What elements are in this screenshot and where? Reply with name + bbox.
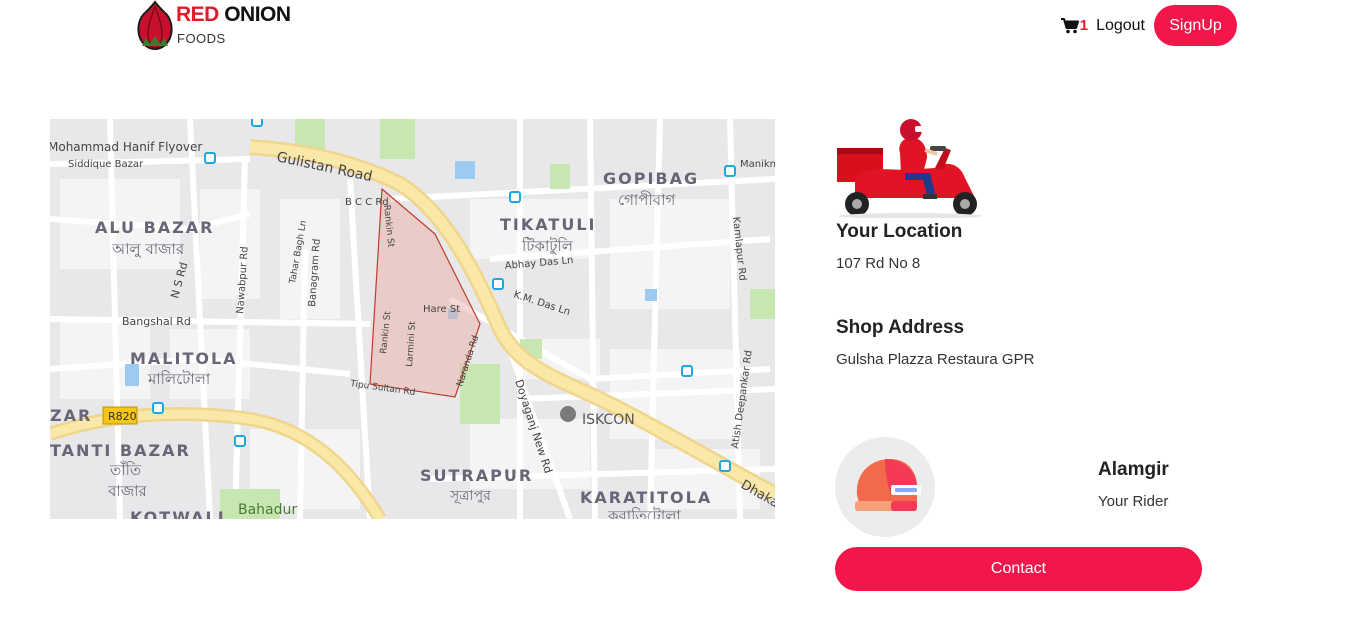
rider-role: Your Rider [1098, 493, 1169, 510]
map-label-tikatuli: TIKATULI [500, 215, 596, 234]
map-label-malitola: MALITOLA [130, 349, 238, 368]
map-label-sutrapur: SUTRAPUR [420, 466, 533, 485]
map-canvas: Mohammad Hanif Flyover Siddique Bazar Gu… [50, 119, 775, 519]
map-label-alu-bazar: ALU BAZAR [95, 218, 214, 237]
map-label-bangshal: Bangshal Rd [122, 315, 191, 328]
map-label-tanti-bn2: বাজার [107, 482, 147, 500]
map-label-malitola-bn: মালিটোলা [147, 370, 211, 388]
rider-name: Alamgir [1098, 459, 1169, 480]
map-label-iskcon: ISKCON [582, 412, 635, 428]
map-label-siddique: Siddique Bazar [68, 159, 144, 170]
map-label-alu-bazar-bn: আলু বাজার [111, 240, 185, 258]
your-location-value: 107 Rd No 8 [836, 255, 921, 272]
map-label-tikatuli-bn: টিকাটুলি [521, 237, 574, 255]
shop-address-title: Shop Address [836, 317, 965, 338]
delivery-map[interactable]: Mohammad Hanif Flyover Siddique Bazar Gu… [50, 119, 775, 519]
onion-logo-icon [137, 0, 173, 50]
map-label-bahadur: Bahadur [238, 502, 297, 518]
map-label-gopibag-bn: গোপীবাগ [618, 191, 676, 209]
delivery-scooter-icon [837, 119, 982, 218]
map-label-kotwali: KOTWALI [130, 508, 226, 519]
brand-name: RED ONION [176, 3, 291, 27]
map-label-r820: R820 [108, 410, 137, 423]
map-label-flyover: Mohammad Hanif Flyover [50, 140, 202, 154]
top-nav: 1 Logout SignUp [1060, 5, 1237, 46]
signup-button[interactable]: SignUp [1154, 5, 1237, 46]
map-label-tanti-bn1: তাঁতি [109, 461, 142, 479]
shop-address-value: Gulsha Plazza Restaura GPR [836, 351, 1035, 368]
cart-count-badge: 1 [1079, 17, 1089, 34]
brand-name-red: RED [176, 3, 219, 26]
brand-logo[interactable]: RED ONION FOODS [136, 0, 291, 50]
contact-button[interactable]: Contact [835, 547, 1202, 591]
logout-link[interactable]: Logout [1096, 17, 1145, 35]
your-location-title: Your Location [836, 221, 963, 242]
map-label-hare: Hare St [423, 304, 460, 315]
cart-button[interactable]: 1 [1060, 17, 1089, 34]
rider-avatar [835, 437, 935, 537]
map-label-gopibag: GOPIBAG [603, 169, 699, 188]
map-label-tanti: TANTI BAZAR [50, 441, 191, 460]
map-label-karatitola: KARATITOLA [580, 488, 712, 507]
map-label-sutrapur-bn: সূত্রাপুর [449, 488, 491, 504]
brand-name-dark: ONION [224, 3, 291, 26]
cart-icon [1060, 17, 1079, 33]
map-label-zar: ZAR [50, 406, 92, 425]
brand-subtitle: FOODS [177, 31, 226, 46]
map-label-manikn: Manikn [740, 159, 775, 170]
rider-helmet-icon [855, 459, 921, 511]
map-label-karatitola-bn: করাতিটোলা [607, 507, 681, 519]
